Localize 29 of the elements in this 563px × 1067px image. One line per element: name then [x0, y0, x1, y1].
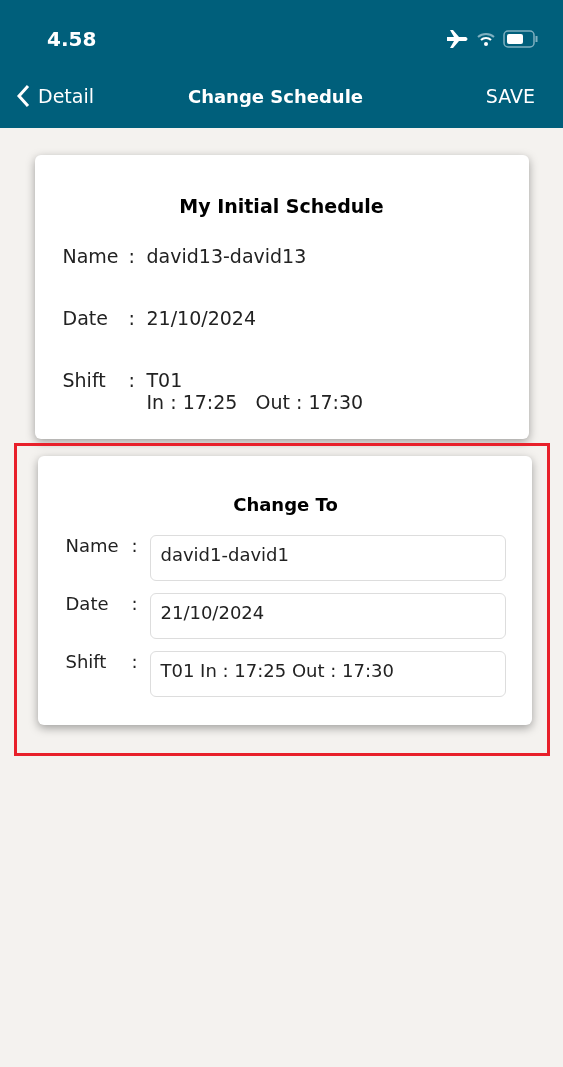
- save-button[interactable]: SAVE: [485, 85, 535, 107]
- separator: :: [128, 245, 136, 267]
- card-title: My Initial Schedule: [178, 195, 385, 217]
- field-value: T01: [146, 369, 183, 391]
- field-value: In : 17:25 Out : 17:30: [146, 391, 364, 413]
- field-label: Date: [65, 593, 110, 614]
- field-label: Date: [62, 307, 109, 329]
- page-title: Change Schedule: [187, 85, 364, 107]
- separator: :: [131, 651, 139, 672]
- input-field[interactable]: 21/10/2024: [149, 593, 506, 639]
- airplane-icon: [447, 30, 469, 48]
- separator: :: [128, 307, 136, 329]
- battery-icon: [503, 30, 539, 48]
- separator: :: [128, 369, 136, 393]
- chevron-left-icon: [16, 84, 30, 108]
- separator: :: [131, 593, 139, 614]
- input-field[interactable]: david1-david1: [149, 535, 506, 581]
- field-value: david13-david13: [146, 245, 307, 267]
- status-time: 4.58: [47, 27, 97, 51]
- field-label: Name: [65, 535, 120, 556]
- card-title: Change To: [232, 494, 339, 515]
- field-label: Name: [62, 245, 120, 267]
- field-value: 21/10/2024: [146, 307, 256, 329]
- input-field[interactable]: T01 In : 17:25 Out : 17:30: [149, 651, 506, 697]
- field-label: Shift: [62, 369, 107, 393]
- back-button[interactable]: Detail: [16, 84, 94, 108]
- separator: :: [131, 535, 139, 556]
- wifi-icon: [477, 32, 495, 46]
- field-label: Shift: [65, 651, 108, 672]
